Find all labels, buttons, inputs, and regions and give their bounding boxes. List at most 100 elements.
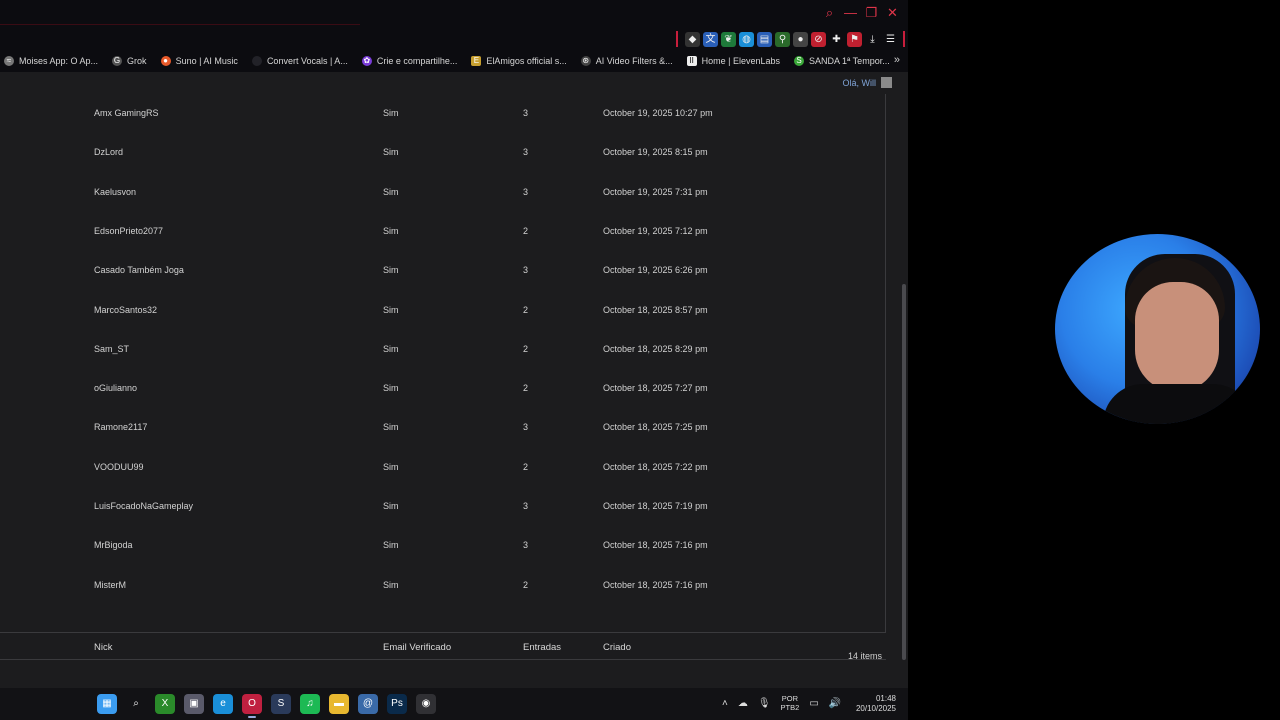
aivideo-icon: ⊛ bbox=[580, 56, 591, 66]
browser-toolbar: ◆ 文 ❦ ◍ ▤ ⚲ ● ⊘ ✚ ⚑ ⤓ ☰ bbox=[0, 28, 908, 50]
page-content: Olá, Will Amx GamingRS Sim 3 October 19, 20… bbox=[0, 72, 908, 688]
puzzle-extension-icon[interactable]: ✚ bbox=[829, 32, 844, 47]
capture-icon[interactable]: ▣ bbox=[184, 694, 204, 714]
elamigos-icon: E bbox=[471, 56, 482, 66]
cell-email-verified: Sim bbox=[383, 422, 399, 433]
edge-icon[interactable]: e bbox=[213, 694, 233, 714]
obs-icon[interactable]: ◉ bbox=[416, 694, 436, 714]
cell-entries: 3 bbox=[523, 108, 529, 118]
folder-icon[interactable]: ▬ bbox=[329, 694, 349, 714]
translate-extension-icon[interactable]: 文 bbox=[703, 31, 718, 47]
xbox-icon[interactable]: X bbox=[155, 694, 175, 714]
column-header-created[interactable]: Criado bbox=[603, 642, 631, 653]
bookmark-grok[interactable]: G Grok bbox=[112, 56, 147, 66]
search-tabs-icon[interactable]: ⌕ bbox=[820, 4, 839, 22]
table-row[interactable]: VOODUU99 Sim 2 October 18, 2025 7:22 pm bbox=[0, 448, 886, 487]
volume-icon[interactable]: 🔊 bbox=[829, 698, 841, 709]
search-icon[interactable]: ⌕ bbox=[126, 694, 146, 714]
cell-created: October 18, 2025 7:16 pm bbox=[603, 579, 708, 590]
cell-nick: Ramone2117 bbox=[94, 422, 148, 433]
cell-email-verified: Sim bbox=[383, 304, 399, 315]
cell-entries: 2 bbox=[523, 579, 529, 590]
tab-strip-line bbox=[0, 24, 360, 25]
bookmark-moises[interactable]: ≈ Moises App: O Ap... bbox=[4, 56, 98, 66]
spotify-icon[interactable]: ♫ bbox=[300, 694, 320, 714]
close-button[interactable]: ✕ bbox=[883, 4, 902, 22]
scrollbar[interactable] bbox=[901, 84, 907, 688]
docs-extension-icon[interactable]: ▤ bbox=[757, 31, 772, 47]
table-row[interactable]: Kaelusvon Sim 3 October 19, 2025 7:31 pm bbox=[0, 173, 886, 212]
app-shell-icon[interactable]: @ bbox=[358, 694, 378, 714]
minimize-button[interactable]: — bbox=[841, 4, 860, 22]
user-greeting[interactable]: Olá, Will bbox=[843, 77, 892, 88]
table-row[interactable]: LuisFocadoNaGameplay Sim 3 October 18, 2025… bbox=[0, 487, 886, 526]
cell-nick: VOODUU99 bbox=[94, 461, 144, 472]
cell-nick: Casado Também Joga bbox=[94, 265, 184, 276]
opera-icon[interactable]: O bbox=[242, 694, 262, 718]
cell-nick: MarcoSantos32 bbox=[94, 304, 158, 315]
cell-created: October 19, 2025 10:27 pm bbox=[603, 108, 713, 118]
column-header-nick[interactable]: Nick bbox=[94, 642, 112, 653]
cell-created: October 19, 2025 7:12 pm bbox=[603, 225, 708, 236]
table-row[interactable]: Casado Também Joga Sim 3 October 19, 2025 6… bbox=[0, 251, 886, 290]
table-row[interactable]: EdsonPrieto2077 Sim 2 October 19, 2025 7:12… bbox=[0, 212, 886, 251]
clock[interactable]: 01:48 20/10/2025 bbox=[856, 694, 896, 714]
bookmark-label: Home | ElevenLabs bbox=[701, 56, 780, 66]
bookmark-ai-video[interactable]: ⊛ AI Video Filters &... bbox=[580, 56, 673, 66]
alert-extension-icon[interactable]: ⚑ bbox=[847, 31, 862, 47]
table-row[interactable]: MarcoSantos32 Sim 2 October 18, 2025 8:57 p… bbox=[0, 291, 886, 330]
restore-button[interactable]: ❐ bbox=[862, 4, 881, 22]
diamond-extension-icon[interactable]: ◆ bbox=[685, 31, 700, 47]
cell-email-verified: Sim bbox=[383, 579, 399, 590]
moises-icon: ≈ bbox=[4, 56, 14, 66]
steam-icon[interactable]: S bbox=[271, 694, 291, 714]
table-row[interactable]: MrBigoda Sim 3 October 18, 2025 7:16 pm bbox=[0, 526, 886, 565]
lock-extension-icon[interactable]: ● bbox=[793, 31, 808, 47]
globe-extension-icon[interactable]: ◍ bbox=[739, 31, 754, 47]
download-icon[interactable]: ⤓ bbox=[865, 32, 880, 47]
bookmark-label: Crie e compartilhe... bbox=[376, 56, 458, 66]
menu-icon[interactable]: ☰ bbox=[883, 32, 898, 47]
column-header-email[interactable]: Email Verificado bbox=[383, 642, 451, 653]
cell-email-verified: Sim bbox=[383, 265, 399, 276]
table-row[interactable]: Sam_ST Sim 2 October 18, 2025 8:29 pm bbox=[0, 330, 886, 369]
network-icon[interactable]: ▭ bbox=[809, 698, 818, 709]
chevron-up-icon[interactable]: ˄ bbox=[722, 698, 728, 709]
bookmark-crie[interactable]: ✿ Crie e compartilhe... bbox=[361, 56, 458, 66]
bookmark-elamigos[interactable]: E ElAmigos official s... bbox=[471, 56, 567, 66]
table-row[interactable]: oGiulianno Sim 2 October 18, 2025 7:27 pm bbox=[0, 369, 886, 408]
windows-start-icon[interactable]: ▦ bbox=[97, 694, 117, 714]
grok-icon: G bbox=[112, 56, 123, 66]
cell-nick: EdsonPrieto2077 bbox=[94, 225, 164, 236]
table-row[interactable]: Amx GamingRS Sim 3 October 19, 2025 10:27 p… bbox=[0, 94, 886, 133]
cloud-icon[interactable]: ☁ bbox=[738, 698, 748, 709]
bookmark-suno[interactable]: ● Suno | AI Music bbox=[160, 56, 238, 66]
cell-entries: 3 bbox=[523, 186, 529, 197]
table-row[interactable]: MisterM Sim 2 October 18, 2025 7:16 pm bbox=[0, 566, 886, 605]
person-face bbox=[1135, 282, 1219, 392]
leaf-extension-icon[interactable]: ❦ bbox=[721, 31, 736, 47]
cell-email-verified: Sim bbox=[383, 147, 399, 158]
taskbar: ▦ ⌕ X ▣ e O S ♫ ▬ @ Ps ◉ ˄ ☁ 🎙 POR PTB2 ▭ 🔊 01:48 2… bbox=[0, 688, 908, 720]
cell-nick: MisterM bbox=[94, 579, 126, 590]
photoshop-icon[interactable]: Ps bbox=[387, 694, 407, 714]
cell-nick: Sam_ST bbox=[94, 343, 130, 354]
table-row[interactable]: DzLord Sim 3 October 19, 2025 8:15 pm bbox=[0, 133, 886, 172]
bookmark-sanda[interactable]: S SANDA 1ª Tempor... bbox=[794, 56, 890, 66]
bike-extension-icon[interactable]: ⚲ bbox=[775, 31, 790, 47]
bookmark-elevenlabs[interactable]: II Home | ElevenLabs bbox=[686, 56, 780, 66]
microphone-icon[interactable]: 🎙 bbox=[758, 698, 771, 709]
scrollbar-thumb[interactable] bbox=[902, 284, 906, 660]
cell-created: October 19, 2025 6:26 pm bbox=[603, 265, 708, 276]
crie-icon: ✿ bbox=[361, 56, 372, 66]
table-row[interactable]: Ramone2117 Sim 3 October 18, 2025 7:25 pm bbox=[0, 408, 886, 447]
column-header-entries[interactable]: Entradas bbox=[523, 642, 561, 653]
chevron-right-icon[interactable]: » bbox=[894, 54, 900, 66]
block-extension-icon[interactable]: ⊘ bbox=[811, 31, 826, 47]
cell-created: October 18, 2025 7:25 pm bbox=[603, 422, 708, 433]
bookmark-convert-vocals[interactable]: Convert Vocals | A... bbox=[251, 56, 348, 66]
language-indicator[interactable]: POR PTB2 bbox=[781, 694, 800, 712]
cell-created: October 19, 2025 8:15 pm bbox=[603, 147, 708, 158]
cell-created: October 18, 2025 7:19 pm bbox=[603, 501, 708, 511]
cell-entries: 2 bbox=[523, 225, 529, 236]
